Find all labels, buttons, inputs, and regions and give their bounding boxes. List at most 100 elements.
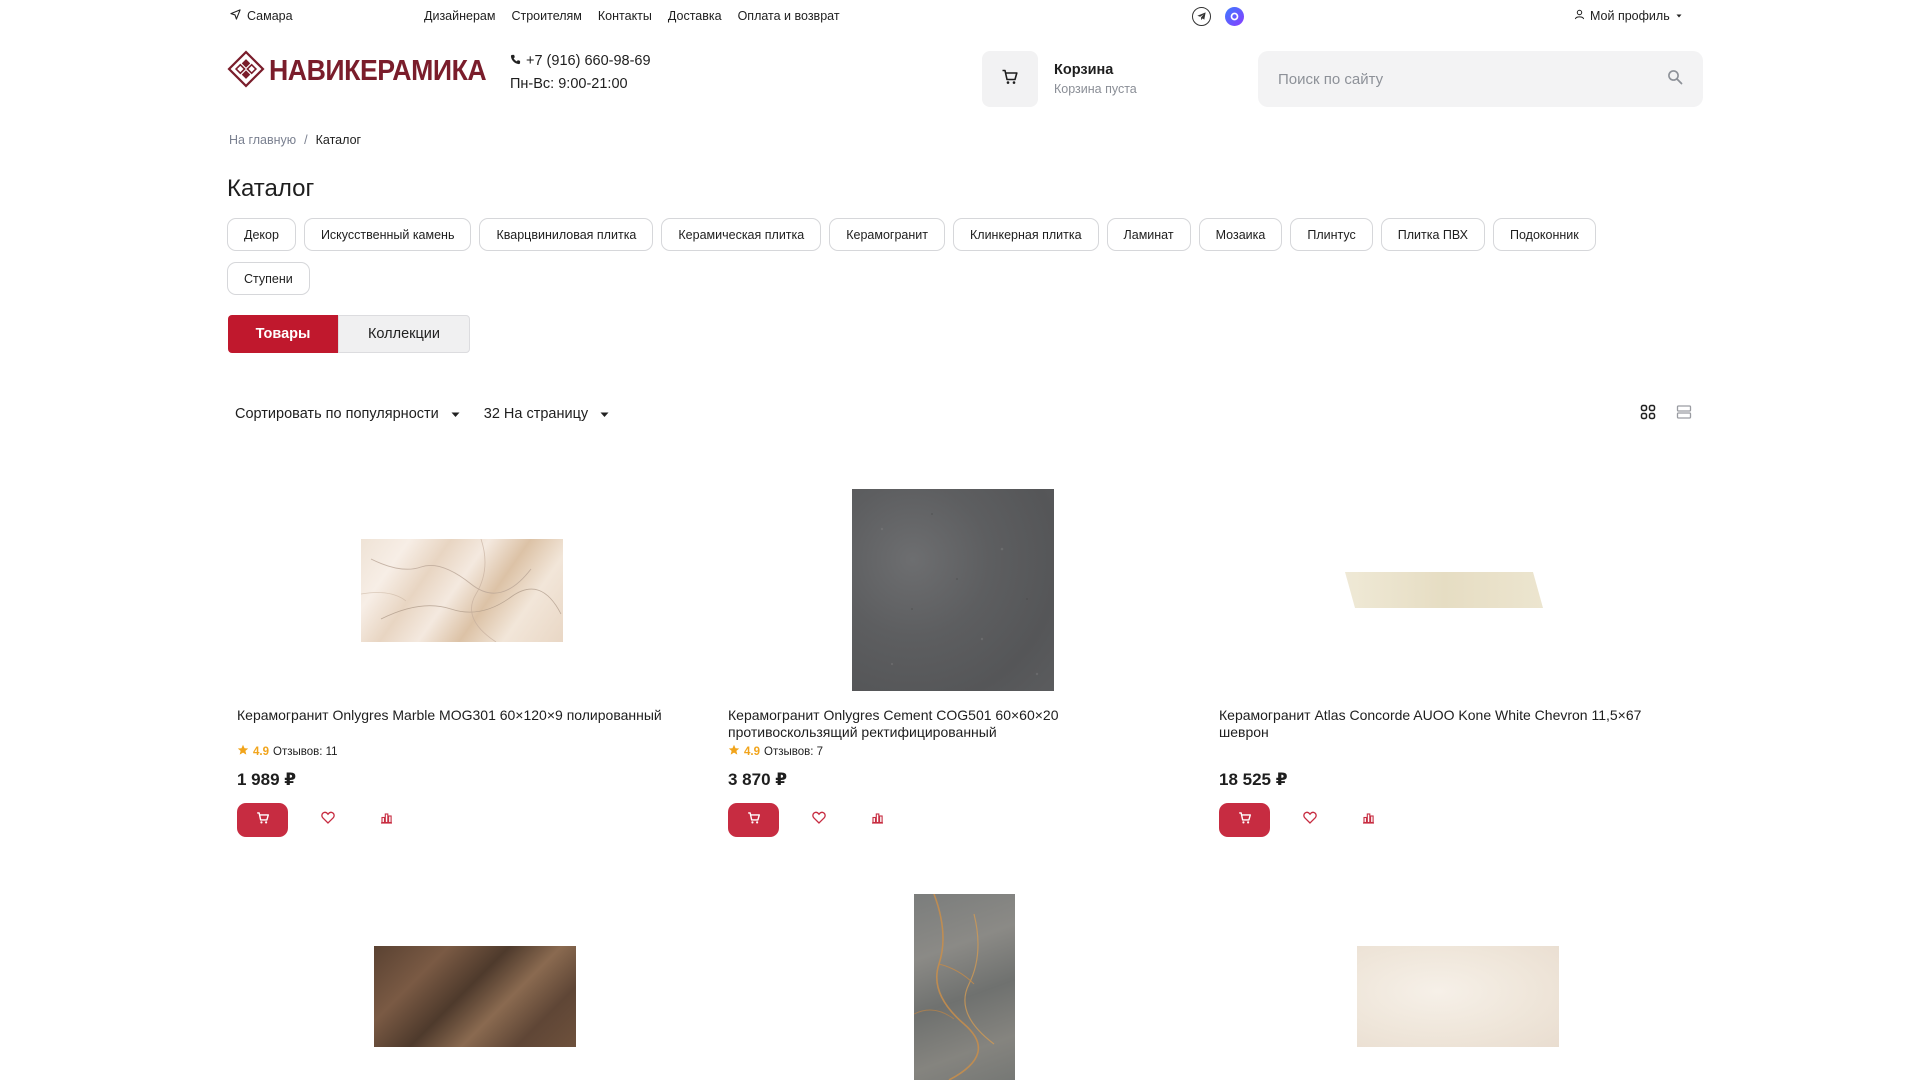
category-chip-windowsill[interactable]: Подоконник [1492, 218, 1596, 251]
phone-number: +7 (916) 660-98-69 [526, 53, 651, 69]
product-actions [728, 803, 917, 837]
max-messenger-icon[interactable] [1225, 7, 1244, 26]
site-search [1258, 51, 1703, 107]
product-image[interactable] [227, 485, 697, 695]
top-nav: Дизайнерам Строителям Контакты Доставка … [424, 9, 840, 23]
site-logo[interactable]: НАВИКЕРАМИКА [227, 50, 505, 93]
city-label: Самара [247, 9, 293, 23]
product-image[interactable] [1357, 946, 1559, 1047]
product-image[interactable] [914, 894, 1015, 1080]
cart-icon [1238, 811, 1252, 830]
heart-icon [321, 811, 335, 829]
product-price: 3 870 ₽ [728, 770, 788, 789]
compare-chart-icon [871, 811, 884, 829]
cart-summary[interactable]: Корзина Корзина пуста [1054, 62, 1137, 96]
per-page-dropdown[interactable]: 32 На страницу [484, 406, 609, 422]
contacts-block: +7 (916) 660-98-69 Пн-Вс: 9:00-21:00 [510, 50, 651, 96]
heart-icon [1303, 811, 1317, 829]
user-icon [1574, 9, 1585, 23]
logo-mark-icon [227, 50, 265, 93]
product-image[interactable] [1209, 485, 1679, 695]
location-arrow-icon [230, 9, 241, 23]
product-name[interactable]: Керамогранит Atlas Concorde AUOO Kone Wh… [1219, 707, 1679, 741]
grid-view-icon[interactable] [1640, 404, 1656, 425]
view-mode-tabs: Товары Коллекции [228, 315, 470, 353]
rating-value: 4.9 [253, 745, 269, 758]
cart-icon [747, 811, 761, 830]
cart-status: Корзина пуста [1054, 82, 1137, 96]
category-chip-mosaic[interactable]: Мозаика [1198, 218, 1283, 251]
phone-link[interactable]: +7 (916) 660-98-69 [510, 50, 651, 73]
sort-dropdown[interactable]: Сортировать по популярности [235, 406, 460, 422]
category-chip-decor[interactable]: Декор [227, 218, 296, 251]
heart-icon [812, 811, 826, 829]
star-icon [237, 744, 249, 759]
cart-icon [256, 811, 270, 830]
product-image[interactable] [718, 485, 1188, 695]
search-input[interactable] [1278, 70, 1638, 88]
star-icon [728, 744, 740, 759]
category-chip-porcelain[interactable]: Керамогранит [829, 218, 945, 251]
compare-chart-icon [380, 811, 393, 829]
profile-menu[interactable]: Мой профиль [1574, 9, 1683, 23]
working-hours: Пн-Вс: 9:00-21:00 [510, 76, 628, 92]
category-chip-artificial-stone[interactable]: Искусственный камень [303, 218, 472, 251]
rating-value: 4.9 [744, 745, 760, 758]
category-filters: Декор Искусственный камень Кварцвинилова… [227, 218, 1647, 295]
breadcrumb: На главную / Каталог [229, 133, 361, 147]
nav-payment-returns[interactable]: Оплата и возврат [738, 9, 840, 23]
profile-label: Мой профиль [1590, 9, 1670, 23]
top-bar: Самара Дизайнерам Строителям Контакты До… [0, 0, 1920, 34]
tab-collections[interactable]: Коллекции [338, 315, 470, 353]
add-to-favorites-button[interactable] [801, 803, 837, 837]
caret-down-icon [451, 406, 460, 422]
product-actions [237, 803, 426, 837]
telegram-icon[interactable] [1192, 7, 1211, 26]
add-to-favorites-button[interactable] [310, 803, 346, 837]
breadcrumb-home[interactable]: На главную [229, 133, 296, 147]
cart-title: Корзина [1054, 62, 1114, 78]
category-chip-laminate[interactable]: Ламинат [1106, 218, 1191, 251]
category-chip-ceramic-tile[interactable]: Керамическая плитка [661, 218, 822, 251]
reviews-count[interactable]: Отзывов: 7 [764, 746, 823, 758]
product-name[interactable]: Керамогранит Onlygres Marble MOG301 60×1… [237, 707, 697, 724]
add-to-cart-button[interactable] [1219, 803, 1270, 837]
add-to-cart-button[interactable] [237, 803, 288, 837]
nav-contacts[interactable]: Контакты [598, 9, 652, 23]
chevron-down-icon [1675, 9, 1683, 23]
product-name[interactable]: Керамогранит Onlygres Cement COG501 60×6… [728, 707, 1188, 741]
category-chip-steps[interactable]: Ступени [227, 262, 310, 295]
page-title: Каталог [227, 175, 315, 202]
cart-button[interactable] [982, 51, 1038, 107]
product-rating: 4.9 Отзывов: 7 [728, 744, 823, 759]
breadcrumb-current: Каталог [315, 133, 362, 147]
phone-icon [510, 50, 521, 73]
compare-chart-icon [1362, 811, 1375, 829]
tab-products[interactable]: Товары [228, 315, 338, 353]
product-image[interactable] [374, 946, 576, 1047]
category-chip-skirting[interactable]: Плинтус [1290, 218, 1373, 251]
category-chip-pvc-tile[interactable]: Плитка ПВХ [1380, 218, 1485, 251]
nav-designers[interactable]: Дизайнерам [424, 9, 495, 23]
list-view-icon[interactable] [1676, 404, 1692, 425]
add-to-compare-button[interactable] [368, 803, 404, 837]
search-icon[interactable] [1667, 69, 1683, 90]
product-price: 18 525 ₽ [1219, 770, 1288, 789]
sort-label: Сортировать по популярности [235, 406, 439, 422]
layout-toggle [1640, 404, 1692, 425]
add-to-compare-button[interactable] [1350, 803, 1386, 837]
add-to-compare-button[interactable] [859, 803, 895, 837]
add-to-favorites-button[interactable] [1292, 803, 1328, 837]
add-to-cart-button[interactable] [728, 803, 779, 837]
breadcrumb-separator: / [304, 133, 308, 147]
product-rating: 4.9 Отзывов: 11 [237, 744, 338, 759]
caret-down-icon [600, 406, 609, 422]
category-chip-clinker[interactable]: Клинкерная плитка [953, 218, 1099, 251]
logo-wordmark: НАВИКЕРАМИКА [269, 55, 487, 87]
category-chip-quartz-vinyl[interactable]: Кварцвиниловая плитка [479, 218, 654, 251]
city-selector[interactable]: Самара [230, 9, 293, 23]
reviews-count[interactable]: Отзывов: 11 [273, 746, 338, 758]
nav-builders[interactable]: Строителям [511, 9, 581, 23]
nav-delivery[interactable]: Доставка [668, 9, 722, 23]
product-actions [1219, 803, 1408, 837]
